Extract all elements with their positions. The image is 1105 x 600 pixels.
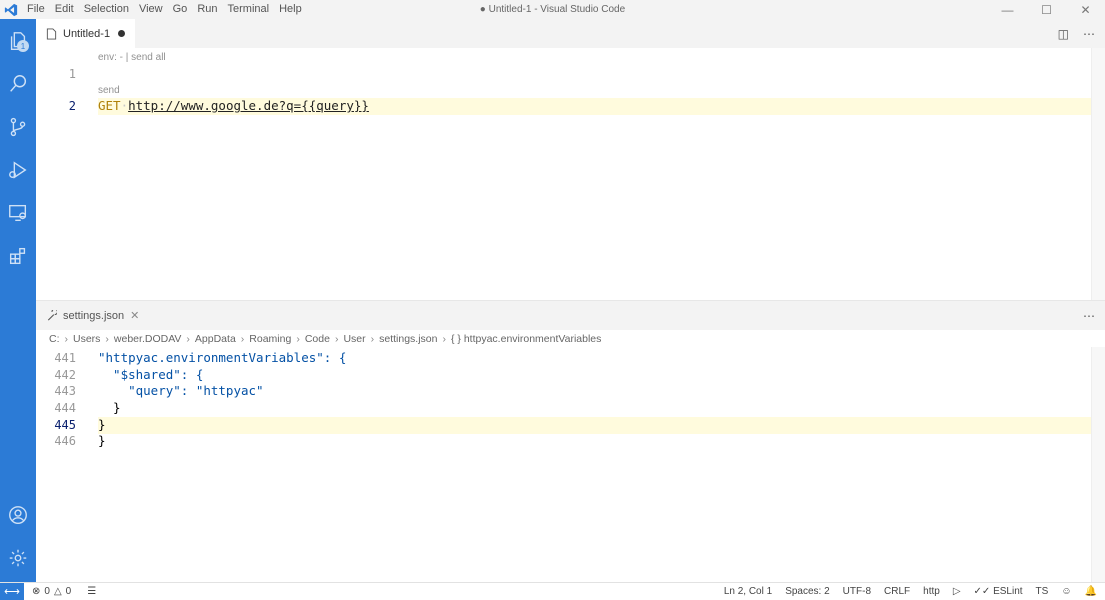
more-actions-icon[interactable]: ⋯ xyxy=(1083,27,1095,41)
source-control-icon[interactable] xyxy=(0,107,36,147)
editor-tabs-top: Untitled-1 ◫ ⋯ xyxy=(36,19,1105,48)
breadcrumb-item[interactable]: C: xyxy=(49,333,60,345)
maximize-icon[interactable]: ☐ xyxy=(1027,0,1066,19)
code-line[interactable]: } xyxy=(98,400,121,415)
minimize-icon[interactable]: — xyxy=(988,0,1027,19)
line-number: 441 xyxy=(54,351,76,365)
request-line[interactable]: GET·http://www.google.de?q={{query}} xyxy=(98,98,369,113)
menu-view[interactable]: View xyxy=(134,0,168,19)
code-line[interactable]: "httpyac.environmentVariables": { xyxy=(98,350,346,365)
code-line[interactable]: "$shared": { xyxy=(98,367,203,382)
breadcrumb: C: › Users › weber.DODAV › AppData › Roaming… xyxy=(36,330,1105,347)
close-window-icon[interactable]: ✕ xyxy=(1066,0,1105,19)
editor-actions: ⋯ xyxy=(1083,301,1095,330)
warning-icon[interactable]: △ xyxy=(54,586,62,597)
code-line[interactable]: "query": "httpyac" xyxy=(98,383,263,398)
breadcrumb-item[interactable]: Users xyxy=(73,333,100,345)
warning-count[interactable]: 0 xyxy=(66,586,72,597)
vscode-logo-icon xyxy=(0,0,22,19)
http-method: GET xyxy=(98,98,121,113)
editor-actions: ◫ ⋯ xyxy=(1058,19,1095,48)
tab-settings-json[interactable]: settings.json ✕ xyxy=(36,301,150,330)
line-number: 2 xyxy=(68,99,76,113)
activity-bar: 1 xyxy=(0,19,36,582)
settings-file-icon xyxy=(47,309,57,321)
scrollbar[interactable] xyxy=(1091,48,1105,301)
breadcrumb-item[interactable]: { } httpyac.environmentVariables xyxy=(451,333,601,345)
title-bar: File Edit Selection View Go Run Terminal… xyxy=(0,0,1105,19)
tab-untitled-1[interactable]: Untitled-1 xyxy=(36,19,136,48)
run-debug-icon[interactable] xyxy=(0,150,36,190)
tab-label: Untitled-1 xyxy=(63,27,111,40)
line-number: 444 xyxy=(54,401,76,415)
line-ending[interactable]: CRLF xyxy=(884,586,910,597)
breadcrumb-item[interactable]: weber.DODAV xyxy=(114,333,182,345)
editor-tabs-bottom: settings.json ✕ ⋯ xyxy=(36,301,1105,330)
request-url[interactable]: http://www.google.de?q={{query}} xyxy=(128,98,369,113)
unsaved-dot-icon[interactable] xyxy=(118,30,126,37)
remote-indicator-icon[interactable]: ⟷ xyxy=(0,583,24,600)
menu-go[interactable]: Go xyxy=(168,0,193,19)
breadcrumb-item[interactable]: Roaming xyxy=(249,333,291,345)
codelens-env[interactable]: env: - | send all xyxy=(98,52,166,63)
menu-edit[interactable]: Edit xyxy=(50,0,79,19)
encoding[interactable]: UTF-8 xyxy=(843,586,871,597)
breadcrumb-item[interactable]: User xyxy=(343,333,365,345)
notifications-icon[interactable]: 🔔 xyxy=(1085,586,1097,597)
typescript-status[interactable]: TS xyxy=(1036,586,1049,597)
menu-bar: File Edit Selection View Go Run Terminal… xyxy=(22,0,307,19)
window-controls: — ☐ ✕ xyxy=(988,0,1105,19)
remote-explorer-icon[interactable] xyxy=(0,193,36,233)
scrollbar[interactable] xyxy=(1091,347,1105,582)
more-actions-icon[interactable]: ⋯ xyxy=(1083,309,1095,323)
extensions-icon[interactable] xyxy=(0,236,36,276)
terminal-icon[interactable]: ▷ xyxy=(953,586,961,597)
current-line-highlight xyxy=(98,417,1105,434)
line-number: 443 xyxy=(54,384,76,398)
outline-list-icon[interactable]: ☰ xyxy=(87,586,96,597)
search-icon[interactable] xyxy=(0,64,36,104)
code-line[interactable]: } xyxy=(98,417,106,432)
file-icon xyxy=(46,27,57,40)
editor-untitled[interactable]: env: - | send all 1 send 2 GET·http://ww… xyxy=(36,48,1105,301)
account-icon[interactable] xyxy=(0,495,36,535)
explorer-badge: 1 xyxy=(17,40,29,52)
split-editor-icon[interactable]: ◫ xyxy=(1058,27,1069,41)
close-tab-icon[interactable]: ✕ xyxy=(130,309,139,322)
code-line[interactable]: } xyxy=(98,433,106,448)
editor-settings-json[interactable]: 441 "httpyac.environmentVariables": { 44… xyxy=(36,347,1105,582)
line-number: 446 xyxy=(54,434,76,448)
line-number: 1 xyxy=(68,67,76,81)
files-icon[interactable]: 1 xyxy=(0,21,36,61)
error-count[interactable]: 0 xyxy=(44,586,50,597)
menu-help[interactable]: Help xyxy=(274,0,307,19)
eslint-status[interactable]: ✓✓ ESLint xyxy=(974,586,1023,597)
line-number: 442 xyxy=(54,368,76,382)
codelens-send[interactable]: send xyxy=(98,85,120,96)
menu-file[interactable]: File xyxy=(22,0,50,19)
breadcrumb-item[interactable]: settings.json xyxy=(379,333,437,345)
breadcrumb-item[interactable]: Code xyxy=(305,333,330,345)
tab-label: settings.json xyxy=(63,309,125,322)
menu-terminal[interactable]: Terminal xyxy=(223,0,275,19)
menu-selection[interactable]: Selection xyxy=(79,0,134,19)
cursor-position[interactable]: Ln 2, Col 1 xyxy=(724,586,772,597)
indentation[interactable]: Spaces: 2 xyxy=(785,586,829,597)
status-bar: ⟷ ⊗ 0 △ 0 ☰ Ln 2, Col 1 Spaces: 2 UTF-8 … xyxy=(0,582,1105,600)
settings-gear-icon[interactable] xyxy=(0,538,36,578)
errors-icon[interactable]: ⊗ xyxy=(32,586,40,597)
feedback-icon[interactable]: ☺ xyxy=(1061,586,1071,597)
menu-run[interactable]: Run xyxy=(192,0,222,19)
line-number: 445 xyxy=(54,418,76,432)
breadcrumb-item[interactable]: AppData xyxy=(195,333,236,345)
language-mode[interactable]: http xyxy=(923,586,940,597)
